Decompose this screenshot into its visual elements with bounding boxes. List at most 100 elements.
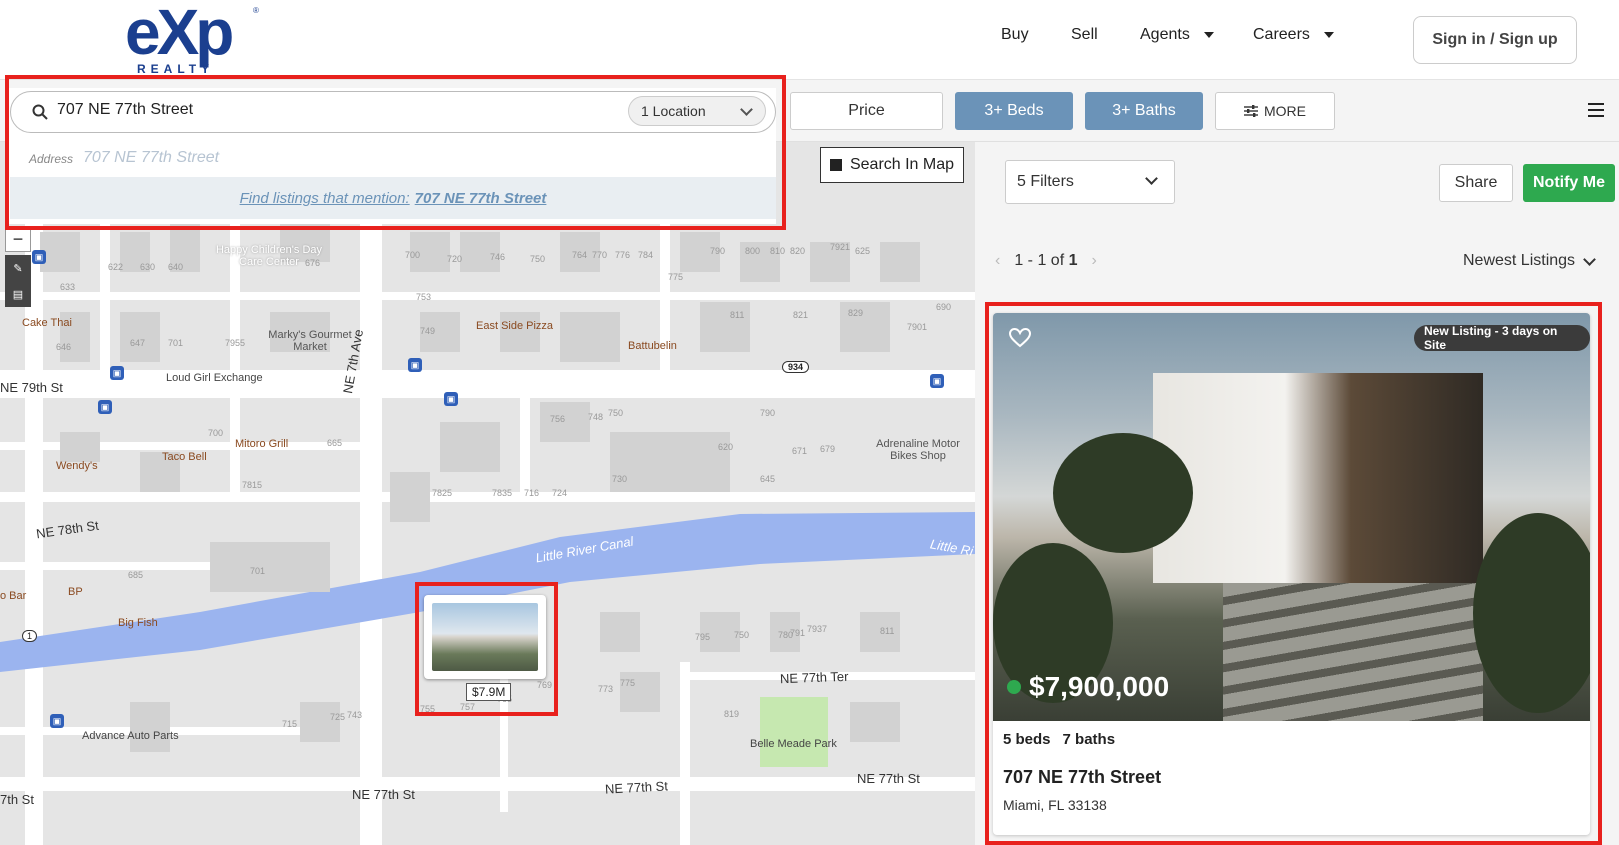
poi-label: Wendy's xyxy=(56,460,98,472)
house-number-label: 820 xyxy=(790,246,806,256)
baths-filter-button[interactable]: 3+ Baths xyxy=(1085,92,1203,130)
nav-sell[interactable]: Sell xyxy=(1071,26,1098,44)
house-number-label: 7825 xyxy=(432,488,453,498)
checkbox-icon xyxy=(829,159,842,171)
bus-icon: ▣ xyxy=(110,366,124,380)
nav-buy[interactable]: Buy xyxy=(1001,26,1029,44)
house-number-label: 775 xyxy=(668,272,684,282)
house-number-label: 720 xyxy=(447,254,463,264)
house-number-label: 780 xyxy=(778,630,794,640)
pagination-total: 1 xyxy=(1068,252,1078,269)
house-number-label: 646 xyxy=(56,342,72,352)
beds-filter-button[interactable]: 3+ Beds xyxy=(955,92,1073,130)
house-number-label: 700 xyxy=(208,428,224,438)
route-shield: 934 xyxy=(782,361,810,373)
house-number-label: 690 xyxy=(936,302,952,312)
search-in-map-label: Search In Map xyxy=(849,156,955,173)
house-number-label: 647 xyxy=(130,338,146,348)
house-number-label: 811 xyxy=(880,626,895,636)
house-number-label: 750 xyxy=(608,408,624,418)
poi-label: Advance Auto Parts xyxy=(82,730,179,742)
route-shield: 1 xyxy=(22,630,38,642)
map-layers-icon[interactable]: ▤ xyxy=(5,281,31,307)
nav-agents[interactable]: Agents xyxy=(1140,26,1214,44)
draw-icon[interactable]: ✎ xyxy=(5,255,31,281)
house-number-label: 620 xyxy=(718,442,734,452)
house-number-label: 7835 xyxy=(492,488,513,498)
more-filters-button[interactable]: MORE xyxy=(1215,92,1335,130)
house-number-label: 700 xyxy=(405,250,421,260)
house-number-label: 630 xyxy=(140,262,156,272)
nav-careers-label: Careers xyxy=(1253,26,1310,43)
house-number-label: 810 xyxy=(770,246,786,256)
poi-label: Belle Meade Park xyxy=(750,738,837,750)
chevron-down-icon xyxy=(1145,172,1158,185)
street-label: 7th St xyxy=(0,792,34,807)
poi-label: East Side Pizza xyxy=(476,320,554,332)
poi-label: Big Fish xyxy=(118,617,158,629)
house-number-label: 800 xyxy=(745,246,761,256)
house-number-label: 7937 xyxy=(807,624,828,634)
next-page-icon[interactable]: › xyxy=(1091,252,1096,270)
more-filters-label: MORE xyxy=(1264,103,1306,119)
exp-realty-logo[interactable]: eXp ® REALTY xyxy=(125,0,265,76)
house-number-label: 724 xyxy=(552,488,568,498)
street-label: NE 79th St xyxy=(0,380,63,395)
notify-me-button[interactable]: Notify Me xyxy=(1523,164,1615,202)
house-number-label: 633 xyxy=(60,282,76,292)
menu-icon[interactable] xyxy=(1588,103,1604,117)
sliders-icon xyxy=(1244,105,1258,117)
site-header: eXp ® REALTY Buy Sell Agents Careers Sig… xyxy=(0,0,1619,80)
highlight-box xyxy=(415,582,558,716)
poi-label: Happy Children's Day Care Center xyxy=(215,244,323,268)
house-number-label: 821 xyxy=(793,310,809,320)
share-button[interactable]: Share xyxy=(1439,164,1513,202)
house-number-label: 645 xyxy=(760,474,776,484)
chevron-down-icon xyxy=(1323,32,1334,38)
price-filter-button[interactable]: Price xyxy=(790,92,943,130)
poi-label: Marky's Gourmet Market xyxy=(268,329,352,353)
sort-select[interactable]: Newest Listings xyxy=(1463,252,1596,270)
poi-label: Taco Bell xyxy=(162,451,207,463)
house-number-label: 746 xyxy=(490,252,506,262)
house-number-label: 776 xyxy=(615,250,631,260)
house-number-label: 819 xyxy=(724,709,740,719)
house-number-label: 625 xyxy=(855,246,871,256)
logo-wordmark: eXp xyxy=(125,0,234,68)
saved-filters-label: 5 Filters xyxy=(1017,173,1074,190)
street-label: NE 77th St xyxy=(857,771,920,786)
poi-label: BP xyxy=(68,586,83,598)
signin-button[interactable]: Sign in / Sign up xyxy=(1413,16,1577,64)
house-number-label: 7901 xyxy=(907,322,928,332)
bus-icon: ▣ xyxy=(930,374,944,388)
saved-filters-select[interactable]: 5 Filters xyxy=(1005,160,1175,204)
house-number-label: 811 xyxy=(730,310,745,320)
bus-icon: ▣ xyxy=(98,400,112,414)
house-number-label: 770 xyxy=(592,250,608,260)
house-number-label: 750 xyxy=(734,630,750,640)
house-number-label: 775 xyxy=(620,678,636,688)
logo-subtitle: REALTY xyxy=(137,62,215,76)
sort-label: Newest Listings xyxy=(1463,252,1576,269)
map-view[interactable]: 8198117937791780750795775773769765757755… xyxy=(0,142,975,845)
house-number-label: 753 xyxy=(416,292,432,302)
house-number-label: 773 xyxy=(598,684,614,694)
house-number-label: 701 xyxy=(250,566,266,576)
bus-icon: ▣ xyxy=(444,392,458,406)
house-number-label: 685 xyxy=(128,570,144,580)
house-number-label: 665 xyxy=(327,438,343,448)
house-number-label: 7921 xyxy=(830,242,851,252)
highlight-box xyxy=(5,75,786,230)
house-number-label: 749 xyxy=(420,326,436,336)
search-in-map-button[interactable]: Search In Map xyxy=(820,147,964,183)
prev-page-icon[interactable]: ‹ xyxy=(995,252,1000,270)
bus-icon: ▣ xyxy=(32,250,46,264)
house-number-label: 7815 xyxy=(242,480,263,490)
house-number-label: 790 xyxy=(760,408,776,418)
logo-registered: ® xyxy=(253,6,259,15)
house-number-label: 7955 xyxy=(225,338,246,348)
chevron-down-icon xyxy=(1583,252,1596,266)
house-number-label: 743 xyxy=(347,710,363,720)
house-number-label: 764 xyxy=(572,250,588,260)
nav-careers[interactable]: Careers xyxy=(1253,26,1334,44)
